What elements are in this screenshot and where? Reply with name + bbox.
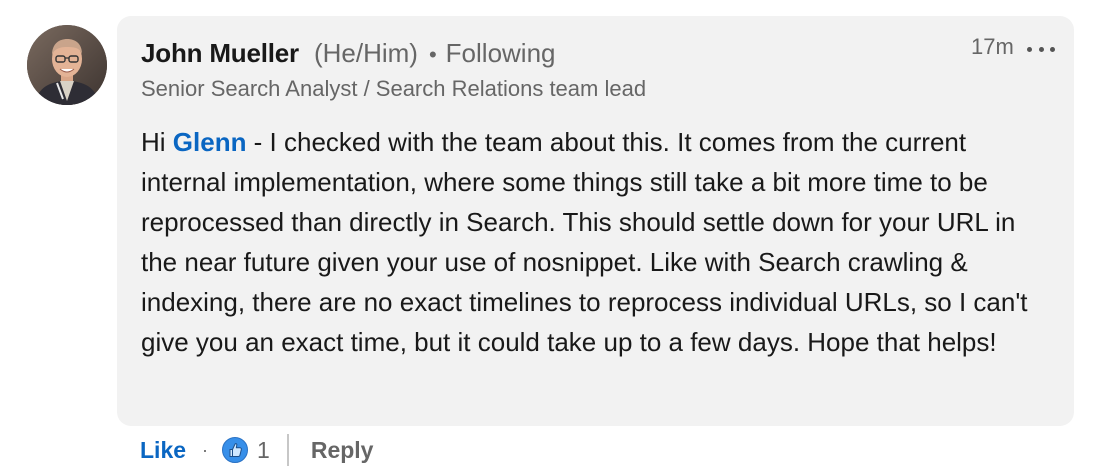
more-options-button[interactable] [1027, 44, 1055, 54]
author-pronouns: (He/Him) [313, 38, 418, 68]
ellipsis-icon-dot [1038, 46, 1044, 52]
author-name[interactable]: John Mueller [141, 38, 299, 69]
profile-photo-icon [27, 25, 107, 105]
divider [286, 434, 289, 466]
reaction-count[interactable]: 1 [257, 437, 270, 464]
mention-link[interactable]: Glenn [173, 127, 247, 157]
separator-dot: • [428, 42, 437, 67]
comment-body: Hi Glenn - I checked with the team about… [141, 122, 1046, 362]
author-headline: Senior Search Analyst / Search Relations… [141, 76, 647, 101]
thumbs-up-icon[interactable] [222, 437, 249, 463]
comment-bubble: John Mueller (He/Him) • Following Senior… [117, 16, 1074, 426]
comment-text: - I checked with the team about this. It… [141, 127, 1028, 357]
ellipsis-icon-dot [1027, 46, 1032, 52]
comment-timestamp: 17m [971, 34, 1014, 59]
reply-button[interactable]: Reply [311, 437, 374, 464]
like-button[interactable]: Like [140, 437, 186, 464]
comment-actions: Like · 1 Reply [140, 432, 373, 468]
separator-dot: · [202, 439, 209, 460]
following-status: Following [445, 38, 556, 68]
author-row: John Mueller (He/Him) • Following [141, 38, 556, 70]
ellipsis-icon-dot [1050, 46, 1055, 52]
avatar[interactable] [27, 25, 107, 105]
comment-greeting: Hi [141, 127, 173, 157]
